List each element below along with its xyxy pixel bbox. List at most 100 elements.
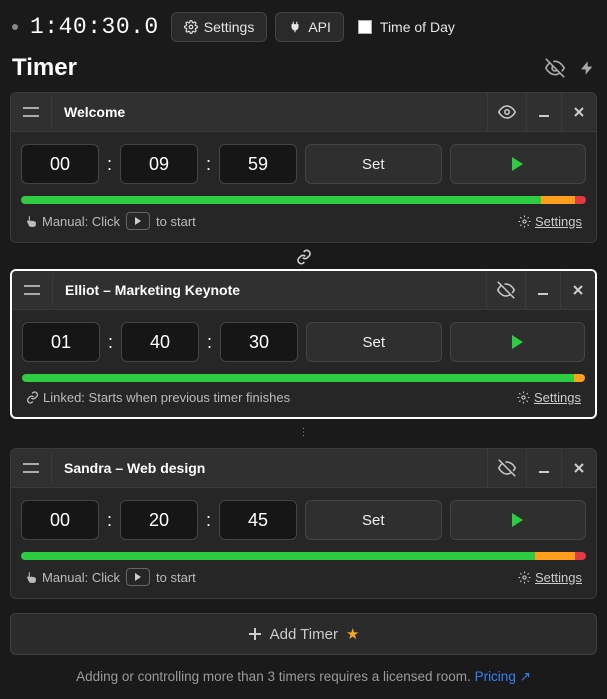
timer-card-body: : : Set Linked: Starts when previous tim…	[12, 310, 595, 417]
mode-indicator: Manual: Click to start	[25, 568, 196, 586]
progress-orange	[535, 552, 575, 560]
gear-icon	[518, 215, 531, 228]
time-of-day-toggle[interactable]: Time of Day	[358, 19, 455, 35]
timer-card: Elliot – Marketing Keynote : : Set	[10, 269, 597, 419]
pricing-link[interactable]: Pricing ↗	[475, 669, 531, 684]
plug-icon	[288, 20, 302, 34]
play-button[interactable]	[450, 144, 586, 184]
set-button[interactable]: Set	[305, 144, 441, 184]
progress-green	[21, 552, 535, 560]
progress-orange	[574, 374, 585, 382]
close-button[interactable]	[561, 93, 596, 131]
hours-input[interactable]	[21, 500, 99, 540]
timer-card-footer: Manual: Click to start Settings	[21, 560, 586, 588]
drag-handle-icon[interactable]	[12, 274, 53, 306]
set-button[interactable]: Set	[305, 500, 441, 540]
timer-header-actions	[486, 271, 595, 309]
section-actions	[545, 58, 595, 78]
time-colon: :	[107, 510, 112, 531]
pointer-icon	[25, 215, 38, 228]
top-bar: 1:40:30.0 Settings API Time of Day	[0, 0, 607, 50]
timer-settings-link[interactable]: Settings	[518, 214, 582, 229]
gear-icon	[518, 571, 531, 584]
drag-handle-icon[interactable]	[11, 96, 52, 128]
set-button[interactable]: Set	[306, 322, 441, 362]
timer-card-header: Welcome	[11, 93, 596, 132]
separator-dots: ⋮	[0, 427, 607, 438]
play-button[interactable]	[450, 322, 585, 362]
hours-input[interactable]	[22, 322, 100, 362]
visibility-toggle[interactable]	[487, 449, 526, 487]
mode-text-before: Manual: Click	[42, 214, 120, 229]
mini-play-icon	[126, 212, 150, 230]
time-of-day-checkbox[interactable]	[358, 20, 372, 34]
seconds-input[interactable]	[220, 322, 298, 362]
gear-icon	[517, 391, 530, 404]
bolt-icon[interactable]	[579, 58, 595, 78]
play-button[interactable]	[450, 500, 586, 540]
progress-bar	[21, 552, 586, 560]
drag-handle-icon[interactable]	[11, 452, 52, 484]
time-colon: :	[207, 332, 212, 353]
timer-card-footer: Manual: Click to start Settings	[21, 204, 586, 232]
hide-all-icon[interactable]	[545, 58, 565, 78]
time-colon: :	[206, 154, 211, 175]
api-button[interactable]: API	[275, 12, 344, 42]
mode-text-after: to start	[156, 570, 196, 585]
close-button[interactable]	[561, 449, 596, 487]
minutes-input[interactable]	[121, 322, 199, 362]
hours-input[interactable]	[21, 144, 99, 184]
mini-play-icon	[126, 568, 150, 586]
pricing-label: Pricing	[475, 669, 516, 684]
progress-green	[22, 374, 574, 382]
time-row: : : Set	[21, 144, 586, 184]
time-colon: :	[206, 510, 211, 531]
timer-settings-link[interactable]: Settings	[518, 570, 582, 585]
time-row: : : Set	[21, 500, 586, 540]
timer-title[interactable]: Welcome	[52, 94, 487, 130]
license-notice: Adding or controlling more than 3 timers…	[0, 655, 607, 699]
mode-text: Linked: Starts when previous timer finis…	[43, 390, 290, 405]
master-time: 1:40:30.0	[30, 14, 159, 40]
minimize-button[interactable]	[526, 449, 561, 487]
minutes-input[interactable]	[120, 144, 198, 184]
add-timer-button[interactable]: Add Timer ★	[10, 613, 597, 655]
timer-title[interactable]: Sandra – Web design	[52, 450, 487, 486]
timer-card-header: Elliot – Marketing Keynote	[12, 271, 595, 310]
notice-text: Adding or controlling more than 3 timers…	[76, 669, 471, 684]
minimize-button[interactable]	[525, 271, 560, 309]
minimize-button[interactable]	[526, 93, 561, 131]
add-timer-label: Add Timer	[270, 626, 338, 643]
time-colon: :	[107, 154, 112, 175]
play-icon	[512, 335, 523, 349]
seconds-input[interactable]	[219, 500, 297, 540]
timer-card-footer: Linked: Starts when previous timer finis…	[22, 382, 585, 407]
timer-title[interactable]: Elliot – Marketing Keynote	[53, 272, 486, 308]
progress-red	[575, 196, 586, 204]
time-row: : : Set	[22, 322, 585, 362]
minutes-input[interactable]	[120, 500, 198, 540]
link-icon	[26, 391, 39, 404]
progress-red	[575, 552, 586, 560]
seconds-input[interactable]	[219, 144, 297, 184]
link-indicator-icon	[0, 249, 607, 265]
pointer-icon	[25, 571, 38, 584]
recording-dot	[12, 24, 18, 30]
progress-green	[21, 196, 541, 204]
timer-settings-label: Settings	[534, 390, 581, 405]
progress-bar	[21, 196, 586, 204]
timer-header-actions	[487, 93, 596, 131]
timer-settings-link[interactable]: Settings	[517, 390, 581, 405]
settings-button[interactable]: Settings	[171, 12, 268, 42]
timer-header-actions	[487, 449, 596, 487]
external-link-icon: ↗	[520, 669, 531, 684]
timer-settings-label: Settings	[535, 570, 582, 585]
visibility-toggle[interactable]	[487, 93, 526, 131]
progress-bar	[22, 374, 585, 382]
timer-settings-label: Settings	[535, 214, 582, 229]
close-button[interactable]	[560, 271, 595, 309]
settings-button-label: Settings	[204, 19, 255, 35]
visibility-toggle[interactable]	[486, 271, 525, 309]
mode-indicator: Manual: Click to start	[25, 212, 196, 230]
mode-indicator: Linked: Starts when previous timer finis…	[26, 390, 290, 405]
